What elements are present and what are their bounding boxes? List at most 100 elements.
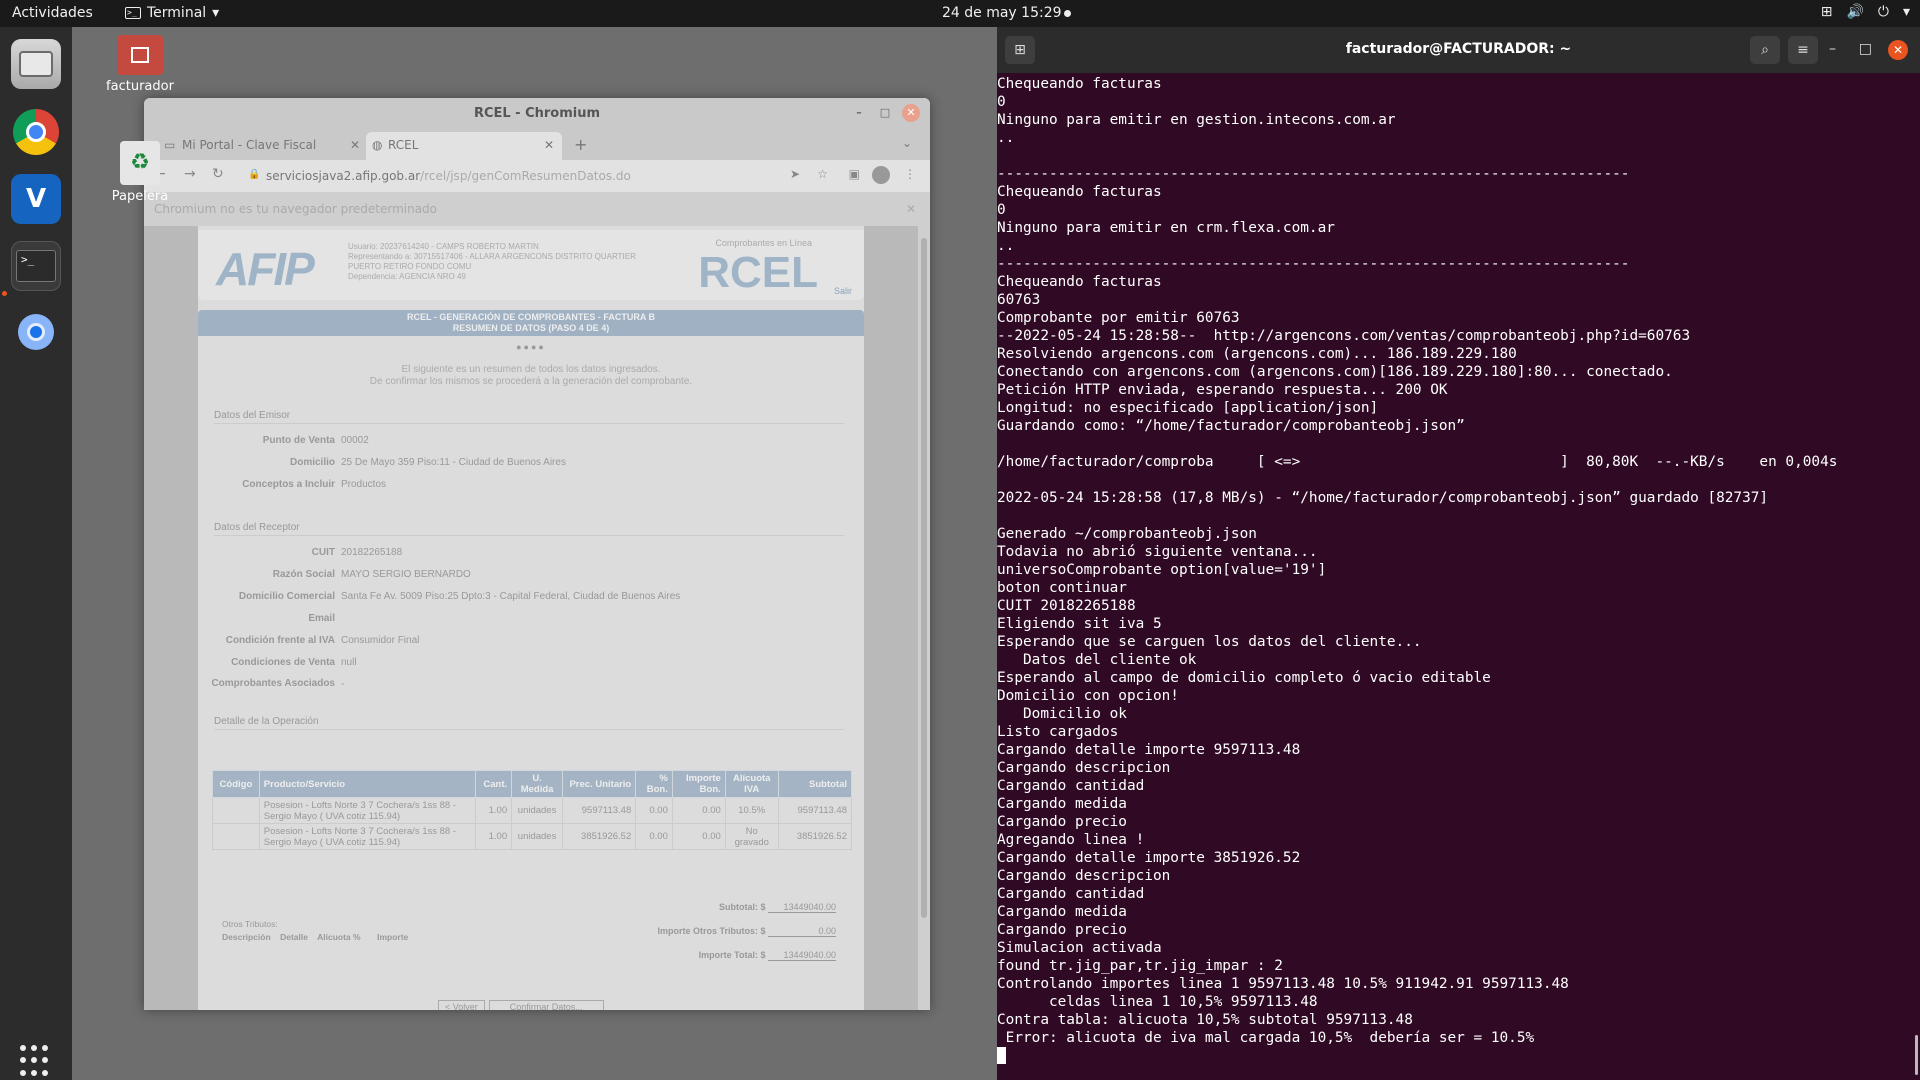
star-icon[interactable]: ☆ <box>817 167 828 181</box>
send-icon[interactable]: ➤ <box>790 167 800 181</box>
field-label: Conceptos a Incluir <box>242 479 335 490</box>
field-row: Condición frente al IVA Consumidor Final <box>198 634 864 648</box>
system-tray[interactable]: ⊞ 🔊 ⏻ ▾ <box>1821 4 1910 20</box>
show-apps-button[interactable] <box>20 1045 52 1077</box>
terminal-line: Esperando que se carguen los datos del c… <box>997 634 1422 650</box>
intro-line-2: De confirmar los mismos se procederá a l… <box>369 376 693 387</box>
close-button[interactable]: ✕ <box>902 104 920 122</box>
files-launcher[interactable] <box>11 39 61 89</box>
folder-icon <box>19 51 53 77</box>
clock[interactable]: 24 de may 15:29 <box>942 5 1062 21</box>
terminal-line: Domicilio con opcion! <box>997 688 1179 704</box>
terminal-icon: >_ <box>125 7 141 19</box>
profile-avatar[interactable] <box>872 166 890 184</box>
minimize-button[interactable]: – <box>1829 41 1836 57</box>
field-value: Consumidor Final <box>341 635 420 646</box>
terminal-line: Domicilio ok <box>997 706 1127 722</box>
confirm-button[interactable]: Confirmar Datos... <box>488 1000 604 1010</box>
home-folder-icon <box>117 35 163 75</box>
intro-text: El siguiente es un resumen de todos los … <box>198 364 864 388</box>
terminal-line: Cargando descripcion <box>997 868 1171 884</box>
total-label: Importe Total: $ <box>698 950 766 960</box>
terminal-line: Cargando cantidad <box>997 886 1145 902</box>
terminal-line: celdas linea 1 10,5% 9597113.48 <box>997 994 1318 1010</box>
table-header-row: Código Producto/Servicio Cant. U. Medida… <box>212 770 853 798</box>
banner-text: Chromium no es tu navegador predetermina… <box>154 202 438 216</box>
terminal-line: boton continuar <box>997 580 1127 596</box>
field-label: Condiciones de Venta <box>231 657 335 668</box>
terminal-line: Cargando cantidad <box>997 778 1145 794</box>
cell-subtotal: 9597113.48 <box>777 797 853 824</box>
vscode-icon: V <box>25 184 47 214</box>
terminal-title: facturador@FACTURADOR: ~ <box>1345 41 1572 57</box>
power-icon[interactable]: ⏻ <box>1878 4 1889 20</box>
desktop-trash[interactable]: ♻ Papelera <box>100 141 180 204</box>
column-header: Código <box>212 770 260 798</box>
field-row: Condiciones de Venta null <box>198 656 864 670</box>
maximize-button[interactable]: □ <box>876 104 894 122</box>
sidepanel-icon[interactable]: ▣ <box>849 167 860 181</box>
emisor-title: Datos del Emisor <box>214 410 844 424</box>
chrome-launcher[interactable] <box>11 107 61 157</box>
volume-icon[interactable]: 🔊 <box>1846 4 1863 20</box>
browser-titlebar[interactable]: RCEL - Chromium – □ ✕ <box>144 98 930 130</box>
tab-search-button[interactable]: ⌄ <box>902 136 912 150</box>
terminal-line: Listo cargados <box>997 724 1119 740</box>
terminal-line: Chequeando facturas <box>997 274 1162 290</box>
desktop: facturador RCEL - Chromium – □ ✕ ▭ Mi Po… <box>72 27 997 1080</box>
app-menu-label: Terminal <box>147 5 207 21</box>
search-icon[interactable]: ⌕ <box>1750 36 1780 64</box>
forward-button[interactable]: → <box>184 166 196 182</box>
menu-kebab-icon[interactable]: ⋮ <box>904 167 916 181</box>
receptor-title: Datos del Receptor <box>214 522 844 536</box>
chromium-launcher[interactable] <box>11 307 61 357</box>
user-line: Usuario: 20237614240 - CAMPS ROBERTO MAR… <box>348 242 539 251</box>
field-label: Comprobantes Asociados <box>211 678 335 689</box>
chevron-down-icon[interactable]: ▾ <box>1903 4 1910 20</box>
receptor-fields: CUIT 20182265188 Razón Social MAYO SERGIO … <box>198 546 864 692</box>
terminal-scrollbar[interactable] <box>1915 1035 1918 1075</box>
section-subtitle: RESUMEN DE DATOS (PASO 4 DE 4) <box>452 323 610 333</box>
terminal-line: /home/facturador/comproba [ <=> ] 80,80K… <box>997 454 1838 470</box>
rcel-subtitle: Comprobantes en Línea <box>715 238 812 248</box>
representing-line: Representando a: 30715517406 - ALLARA AR… <box>348 252 636 271</box>
terminal-line: ----------------------------------------… <box>997 256 1630 272</box>
terminal-output[interactable]: Chequeando facturas 0 Ninguno para emitir … <box>997 73 1920 1080</box>
total-row: Importe Total: $ 13449040.00 <box>699 950 836 961</box>
address-bar[interactable]: serviciosjava2.afip.gob.ar/rcel/jsp/genC… <box>266 169 631 183</box>
field-row: Conceptos a Incluir Productos <box>198 478 864 492</box>
terminal-line: Generado ~/comprobanteobj.json <box>997 526 1257 542</box>
tab-mi-portal[interactable]: ▭ Mi Portal - Clave Fiscal ✕ <box>160 132 368 160</box>
close-button[interactable]: ✕ <box>1888 40 1908 60</box>
terminal-titlebar[interactable]: ⊞ facturador@FACTURADOR: ~ ⌕ ≡ – □ ✕ <box>997 27 1920 73</box>
logout-link[interactable]: Salir <box>834 286 852 296</box>
cell-iva: No gravado <box>724 823 779 850</box>
new-tab-button[interactable]: + <box>574 135 587 154</box>
tab-rcel[interactable]: ◍ RCEL ✕ <box>366 132 562 160</box>
page-scrollbar[interactable] <box>918 226 930 1010</box>
hamburger-menu-icon[interactable]: ≡ <box>1788 36 1818 64</box>
close-tab-icon[interactable]: ✕ <box>350 132 360 158</box>
reload-button[interactable]: ↻ <box>212 166 224 182</box>
toolbar: ← → ↻ 🔒 serviciosjava2.afip.gob.ar/rcel/… <box>144 160 930 192</box>
terminal-launcher[interactable]: >_ <box>11 241 61 291</box>
close-icon[interactable]: ✕ <box>906 192 916 226</box>
network-icon[interactable]: ⊞ <box>1821 4 1833 20</box>
vscode-launcher[interactable]: V <box>11 174 61 224</box>
minimize-button[interactable]: – <box>850 104 868 122</box>
field-value: 00002 <box>341 435 369 446</box>
column-header: % Bon. <box>635 770 673 798</box>
subtotal-row: Subtotal: $ 13449040.00 <box>719 902 836 913</box>
app-menu[interactable]: >_ Terminal ▾ <box>125 5 219 21</box>
cell-price: 3851926.52 <box>561 823 637 850</box>
field-label: CUIT <box>311 547 335 558</box>
back-button[interactable]: < Volver <box>438 1000 485 1010</box>
close-tab-icon[interactable]: ✕ <box>544 132 554 158</box>
subtotal-label: Subtotal: $ <box>718 902 766 912</box>
rcel-header: AFIP Usuario: 20237614240 - CAMPS ROBERT… <box>198 230 864 300</box>
terminal-line: Controlando importes linea 1 9597113.48 … <box>997 976 1569 992</box>
maximize-button[interactable]: □ <box>1859 41 1872 57</box>
activities-button[interactable]: Actividades <box>12 5 93 21</box>
desktop-home-folder[interactable]: facturador <box>100 35 180 94</box>
